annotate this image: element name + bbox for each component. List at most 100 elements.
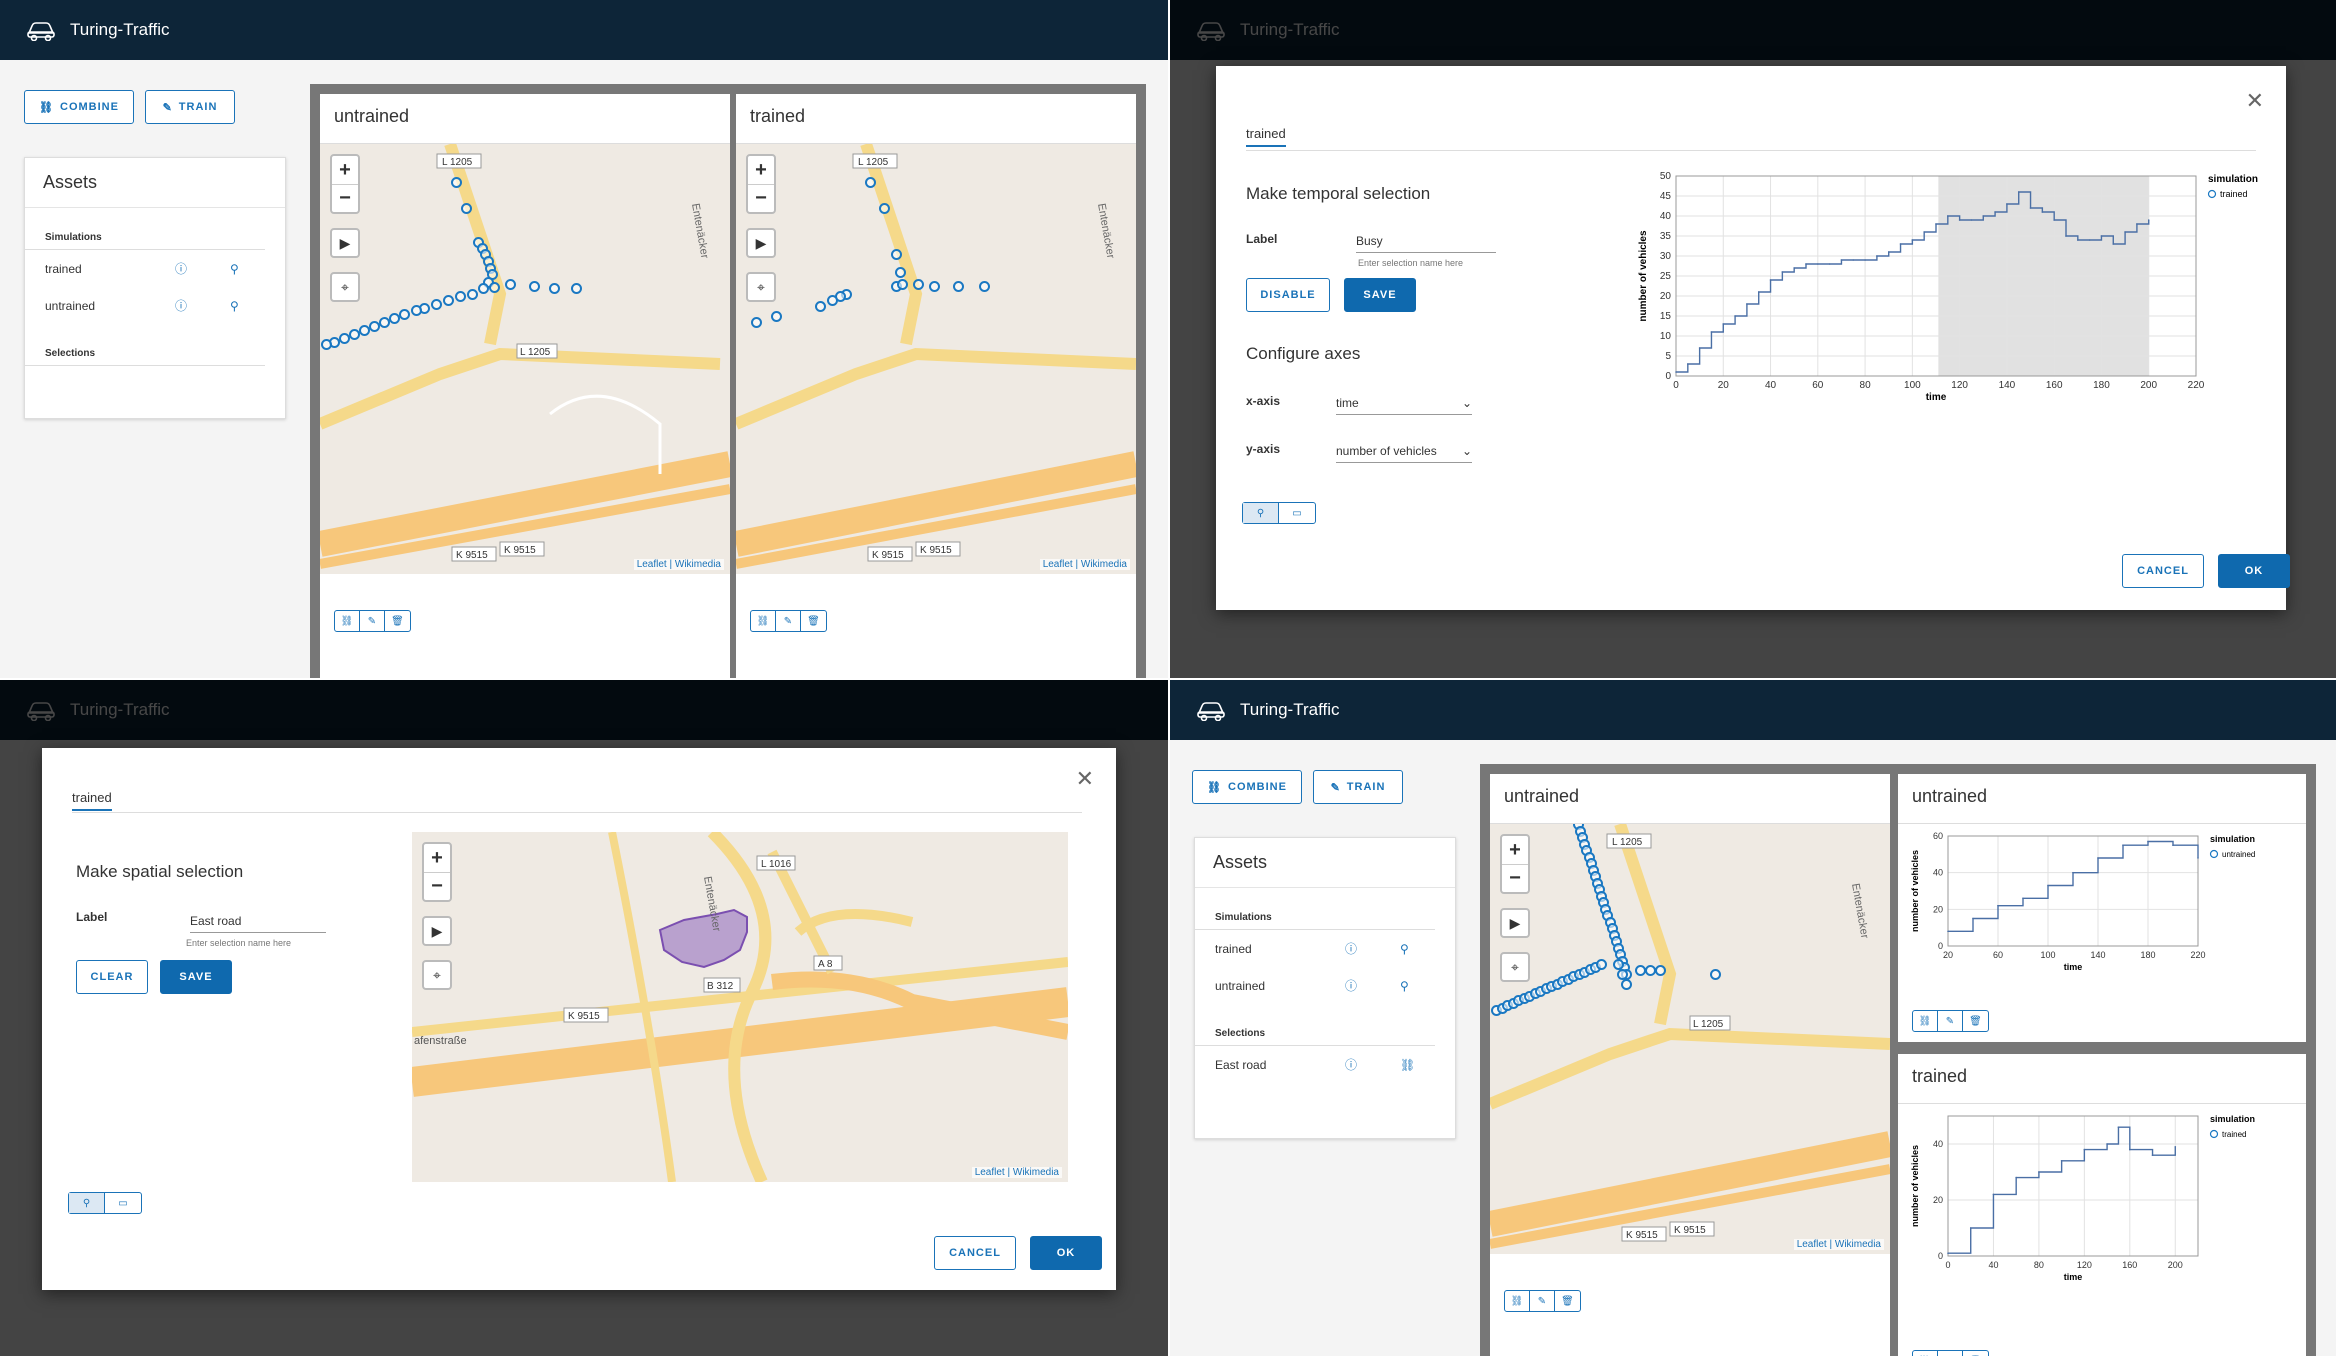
locate-icon[interactable]: ⌖ bbox=[1500, 952, 1530, 982]
simulation-item-untrained[interactable]: untrained ⓘ ⚲ bbox=[1195, 967, 1455, 1004]
vehicle-marker[interactable] bbox=[1710, 969, 1721, 980]
vehicle-marker[interactable] bbox=[827, 295, 838, 306]
combine-button[interactable]: ⛓ COMBINE bbox=[1192, 770, 1302, 804]
vehicle-marker[interactable] bbox=[461, 203, 472, 214]
vehicle-marker[interactable] bbox=[399, 309, 410, 320]
edit-icon[interactable]: ✎ bbox=[1938, 1351, 1963, 1356]
vehicle-marker[interactable] bbox=[913, 279, 924, 290]
ok-button[interactable]: OK bbox=[1030, 1236, 1102, 1270]
vehicle-marker[interactable] bbox=[369, 321, 380, 332]
vehicle-marker[interactable] bbox=[879, 203, 890, 214]
vehicle-marker[interactable] bbox=[505, 279, 516, 290]
zoom-out-button[interactable]: − bbox=[1502, 864, 1528, 892]
link-icon[interactable]: ⛓ bbox=[335, 611, 360, 631]
vehicle-marker[interactable] bbox=[529, 281, 540, 292]
map-attribution[interactable]: Leaflet | Wikimedia bbox=[633, 559, 724, 570]
vehicle-marker[interactable] bbox=[411, 305, 422, 316]
vehicle-marker[interactable] bbox=[815, 301, 826, 312]
map-view[interactable]: Entenäcker L 1205 L 1205 K 9515 K 9515 +… bbox=[320, 144, 730, 574]
selection-map[interactable]: Entenäcker L 1016 A 8 B 312 K 9515 afens… bbox=[412, 832, 1068, 1182]
close-icon[interactable]: ✕ bbox=[1076, 766, 1094, 792]
map-attribution[interactable]: Leaflet | Wikimedia bbox=[1039, 559, 1130, 570]
vehicle-marker[interactable] bbox=[897, 279, 908, 290]
selection-item-east-road[interactable]: East road ⓘ ⛓ bbox=[1195, 1046, 1455, 1083]
zoom-in-button[interactable]: + bbox=[332, 156, 358, 184]
pin-icon[interactable]: ⚲ bbox=[1400, 942, 1409, 956]
vehicle-marker[interactable] bbox=[467, 289, 478, 300]
chart-icon[interactable]: ▭ bbox=[1279, 503, 1315, 523]
vehicle-marker[interactable] bbox=[451, 177, 462, 188]
map-view[interactable]: Entenäcker L 1205 L 1205 K 9515 K 9515 +… bbox=[1490, 824, 1890, 1254]
cancel-button[interactable]: CANCEL bbox=[2122, 554, 2204, 588]
vehicle-marker[interactable] bbox=[865, 177, 876, 188]
info-icon[interactable]: ⓘ bbox=[1345, 940, 1357, 957]
vehicle-marker[interactable] bbox=[379, 317, 390, 328]
yaxis-select[interactable]: number of vehicles ⌄ bbox=[1336, 444, 1472, 463]
vehicle-marker[interactable] bbox=[929, 281, 940, 292]
link-icon[interactable]: ⛓ bbox=[1400, 1058, 1415, 1072]
trash-icon[interactable]: 🗑 bbox=[1555, 1291, 1580, 1311]
vehicle-marker[interactable] bbox=[891, 249, 902, 260]
map-pin-icon[interactable]: ⚲ bbox=[69, 1193, 105, 1213]
train-button[interactable]: ✎ TRAIN bbox=[1313, 770, 1403, 804]
xaxis-select[interactable]: time ⌄ bbox=[1336, 396, 1472, 415]
map-attribution[interactable]: Leaflet | Wikimedia bbox=[1793, 1239, 1884, 1250]
pin-icon[interactable]: ⚲ bbox=[230, 299, 239, 313]
link-icon[interactable]: ⛓ bbox=[1913, 1011, 1938, 1031]
locate-icon[interactable]: ⌖ bbox=[330, 272, 360, 302]
zoom-out-button[interactable]: − bbox=[424, 872, 450, 900]
vehicle-marker[interactable] bbox=[349, 329, 360, 340]
vehicle-marker[interactable] bbox=[321, 339, 332, 350]
play-button[interactable]: ▶ bbox=[422, 916, 452, 946]
tab-trained[interactable]: trained bbox=[1246, 126, 1286, 147]
link-icon[interactable]: ⛓ bbox=[751, 611, 776, 631]
locate-icon[interactable]: ⌖ bbox=[746, 272, 776, 302]
cancel-button[interactable]: CANCEL bbox=[934, 1236, 1016, 1270]
vehicle-marker[interactable] bbox=[953, 281, 964, 292]
vehicle-marker[interactable] bbox=[339, 333, 350, 344]
pin-icon[interactable]: ⚲ bbox=[230, 262, 239, 276]
edit-icon[interactable]: ✎ bbox=[776, 611, 801, 631]
vehicle-marker[interactable] bbox=[751, 317, 762, 328]
map-view[interactable]: Entenäcker L 1205 K 9515 K 9515 + − ▶ ⌖ L… bbox=[736, 144, 1136, 574]
vehicle-marker[interactable] bbox=[771, 311, 782, 322]
save-button[interactable]: SAVE bbox=[160, 960, 232, 994]
temporal-chart[interactable]: 0 20 40 60 80 100 120 140 160 180 200 220 0 5 10 15 20 25… bbox=[1576, 156, 2276, 576]
link-icon[interactable]: ⛓ bbox=[1505, 1291, 1530, 1311]
vehicle-marker[interactable] bbox=[443, 295, 454, 306]
trained-chart[interactable]: 0 40 80 120 160 200 0 20 40 time number of vehicle… bbox=[1898, 1106, 2306, 1306]
vehicle-marker[interactable] bbox=[478, 283, 489, 294]
ok-button[interactable]: OK bbox=[2218, 554, 2290, 588]
save-button[interactable]: SAVE bbox=[1344, 278, 1416, 312]
map-attribution[interactable]: Leaflet | Wikimedia bbox=[971, 1167, 1062, 1178]
play-button[interactable]: ▶ bbox=[1500, 908, 1530, 938]
trash-icon[interactable]: 🗑 bbox=[1963, 1351, 1988, 1356]
info-icon[interactable]: ⓘ bbox=[175, 260, 187, 277]
vehicle-marker[interactable] bbox=[489, 282, 500, 293]
zoom-out-button[interactable]: − bbox=[332, 184, 358, 212]
map-pin-icon[interactable]: ⚲ bbox=[1243, 503, 1279, 523]
vehicle-marker[interactable] bbox=[389, 313, 400, 324]
vehicle-marker[interactable] bbox=[1595, 959, 1607, 971]
train-button[interactable]: ✎ TRAIN bbox=[145, 90, 235, 124]
trash-icon[interactable]: 🗑 bbox=[1963, 1011, 1988, 1031]
untrained-chart[interactable]: 20 60 100 140 180 2200204060timenumber of veh… bbox=[1898, 826, 2306, 996]
vehicle-marker[interactable] bbox=[549, 283, 560, 294]
play-button[interactable]: ▶ bbox=[746, 228, 776, 258]
link-icon[interactable]: ⛓ bbox=[1913, 1351, 1938, 1356]
label-input[interactable]: Busy bbox=[1356, 234, 1496, 253]
locate-icon[interactable]: ⌖ bbox=[422, 960, 452, 990]
simulation-item-trained[interactable]: trained ⓘ ⚲ bbox=[1195, 930, 1455, 967]
vehicle-marker[interactable] bbox=[895, 267, 906, 278]
trash-icon[interactable]: 🗑 bbox=[801, 611, 826, 631]
vehicle-marker[interactable] bbox=[979, 281, 990, 292]
label-input[interactable]: East road bbox=[190, 914, 326, 933]
edit-icon[interactable]: ✎ bbox=[1938, 1011, 1963, 1031]
close-icon[interactable]: ✕ bbox=[2246, 88, 2264, 114]
edit-icon[interactable]: ✎ bbox=[360, 611, 385, 631]
pin-icon[interactable]: ⚲ bbox=[1400, 979, 1409, 993]
tab-trained[interactable]: trained bbox=[72, 790, 112, 811]
zoom-in-button[interactable]: + bbox=[748, 156, 774, 184]
combine-button[interactable]: ⛓ COMBINE bbox=[24, 90, 134, 124]
edit-icon[interactable]: ✎ bbox=[1530, 1291, 1555, 1311]
